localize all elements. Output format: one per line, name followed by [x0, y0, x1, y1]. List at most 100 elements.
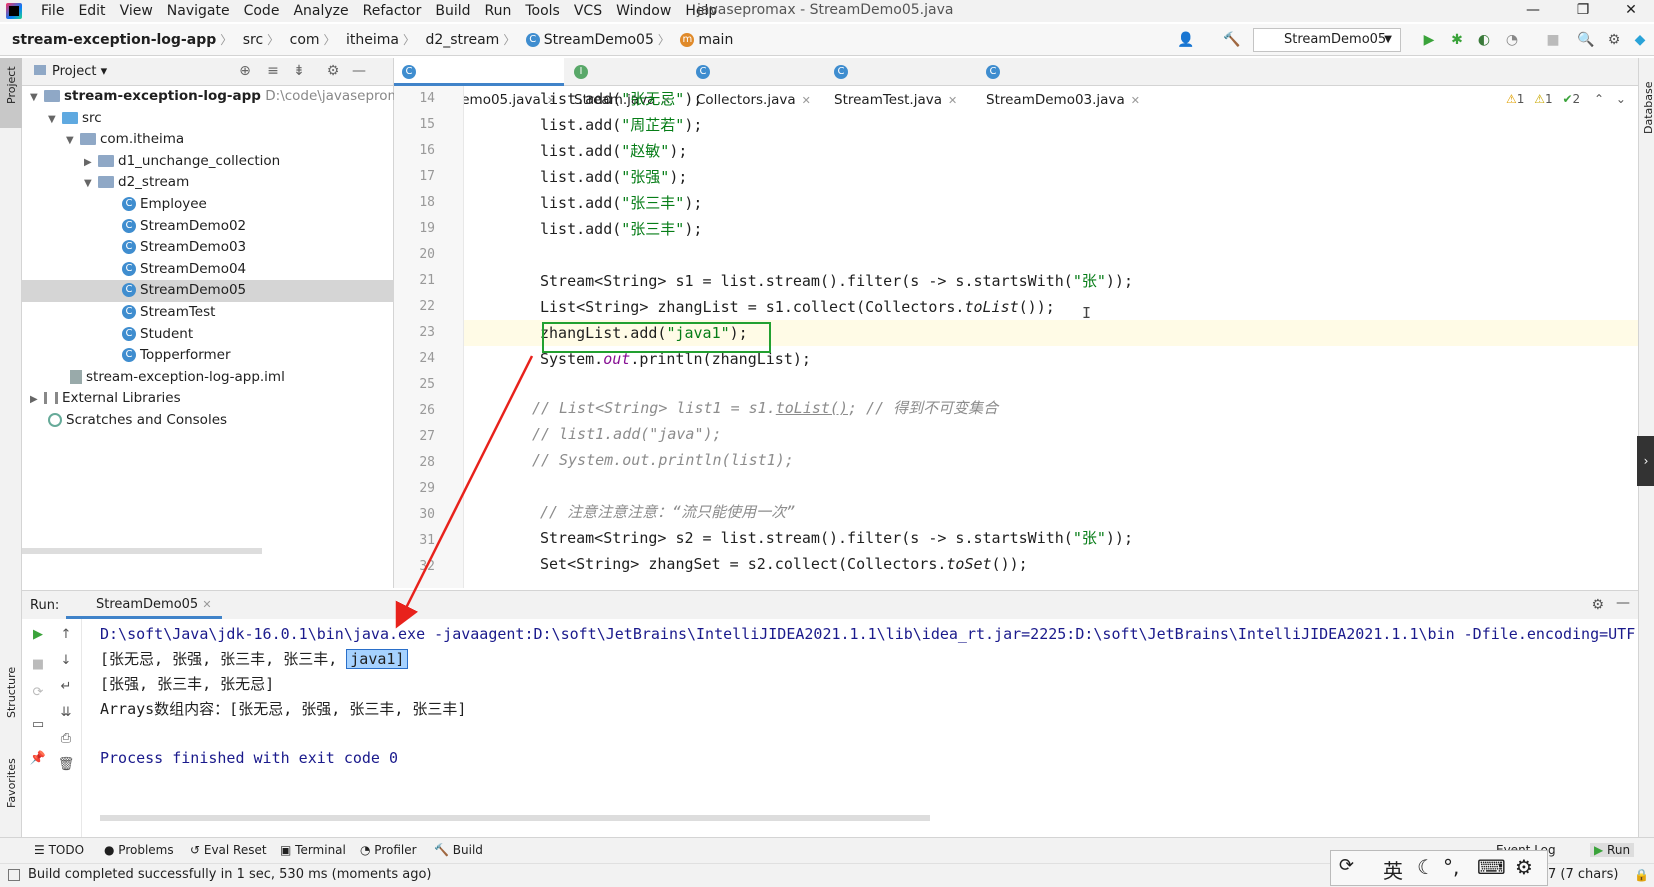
close-tab-icon[interactable]: ✕ [202, 598, 211, 611]
close-icon[interactable]: ✕ [1608, 0, 1654, 22]
menu-tools[interactable]: Tools [518, 2, 567, 20]
breadcrumb-d2-stream[interactable]: d2_stream [425, 32, 499, 48]
breadcrumb-method[interactable]: main [698, 32, 733, 48]
tab-streamdemo03[interactable]: CStreamDemo03.java ✕ [978, 58, 1148, 108]
menu-edit[interactable]: Edit [71, 2, 112, 20]
menu-file[interactable]: File [34, 2, 71, 20]
menu-build[interactable]: Build [428, 2, 477, 20]
tree-class-employee[interactable]: C Employee [22, 194, 394, 216]
run-tool-button[interactable]: ▶ Run [1590, 843, 1635, 857]
gear-icon[interactable]: ⚙ [1604, 30, 1624, 50]
eval-reset-tool-button[interactable]: ↺ Eval Reset [190, 843, 267, 857]
menu-vcs[interactable]: VCS [567, 2, 609, 20]
tree-class-streamdemo03[interactable]: C StreamDemo03 [22, 237, 394, 259]
search-icon[interactable]: 🔍 [1576, 30, 1596, 50]
pin-icon[interactable]: 📌 [28, 749, 48, 769]
debug-icon[interactable]: ✱ [1447, 30, 1467, 50]
plugin-icon[interactable]: ◆ [1630, 30, 1650, 50]
punctuation-icon[interactable]: °, [1443, 855, 1459, 879]
build-hammer-icon[interactable]: 🔨 [1222, 30, 1242, 50]
lock-icon[interactable]: 🔒 [1634, 868, 1649, 882]
expand-all-icon[interactable]: ≡ [264, 63, 282, 81]
hide-icon[interactable]: — [1616, 595, 1630, 611]
tab-streamtest[interactable]: CStreamTest.java ✕ [826, 58, 974, 108]
problems-tool-button[interactable]: ● Problems [104, 843, 174, 857]
console-output[interactable]: D:\soft\Java\jdk-16.0.1\bin\java.exe -ja… [100, 619, 1638, 837]
tree-src[interactable]: ▼ src [22, 108, 394, 130]
inspection-widget[interactable]: ⚠1 ⚠1 ✔2 ⌃ ⌄ [1506, 92, 1626, 106]
breadcrumb-class[interactable]: StreamDemo05 [544, 32, 654, 48]
coverage-icon[interactable]: ◐ [1474, 30, 1494, 50]
moon-icon[interactable]: ☾ [1417, 855, 1435, 879]
todo-tool-button[interactable]: ☰ TODO [34, 843, 84, 857]
tree-class-streamtest[interactable]: C StreamTest [22, 302, 394, 324]
menu-window[interactable]: Window [609, 2, 678, 20]
keyboard-icon[interactable]: ⌨ [1477, 855, 1506, 879]
run-configuration-select[interactable]: StreamDemo05 ▼ [1253, 28, 1401, 52]
horizontal-scrollbar[interactable] [22, 548, 262, 554]
breadcrumb-itheima[interactable]: itheima [346, 32, 399, 48]
gear-icon[interactable]: ⚙ [1515, 855, 1533, 879]
project-title[interactable]: Project ▾ [34, 64, 107, 79]
favorites-tool-label[interactable]: Favorites [5, 758, 18, 808]
profile-icon[interactable]: ◔ [1502, 30, 1522, 50]
structure-tool-label[interactable]: Structure [5, 667, 18, 718]
tree-class-streamdemo05[interactable]: C StreamDemo05 [22, 280, 394, 302]
menu-refactor[interactable]: Refactor [356, 2, 429, 20]
breadcrumb-project[interactable]: stream-exception-log-app [12, 32, 216, 48]
tree-iml[interactable]: stream-exception-log-app.iml [22, 367, 394, 389]
tree-class-streamdemo02[interactable]: C StreamDemo02 [22, 216, 394, 238]
tree-root[interactable]: ▼ stream-exception-log-app D:\code\javase… [22, 86, 417, 108]
menu-navigate[interactable]: Navigate [160, 2, 237, 20]
tab-stream[interactable]: IStream.java ✕ [566, 58, 686, 108]
menu-code[interactable]: Code [237, 2, 287, 20]
trash-icon[interactable]: 🗑 [56, 755, 76, 775]
breadcrumb-com[interactable]: com [290, 32, 320, 48]
minimize-icon[interactable]: — [1510, 0, 1556, 22]
tree-class-topperformer[interactable]: C Topperformer [22, 345, 394, 367]
settings-icon[interactable]: ⚙ [324, 63, 342, 81]
tree-package[interactable]: ▼ com.itheima [22, 129, 394, 151]
tree-class-streamdemo04[interactable]: C StreamDemo04 [22, 259, 394, 281]
stop-icon[interactable]: ■ [28, 655, 48, 675]
run-icon[interactable]: ▶ [1419, 30, 1439, 50]
user-icon[interactable]: 👤 [1176, 30, 1196, 50]
print-icon[interactable]: ⎙ [56, 729, 76, 749]
chevron-down-icon[interactable]: ⌄ [1616, 92, 1626, 106]
tree-folder-d2[interactable]: ▼ d2_stream [22, 172, 394, 194]
database-tool-label[interactable]: Database [1642, 82, 1654, 135]
tab-collectors[interactable]: CCollectors.java ✕ [688, 58, 824, 108]
ime-language-label[interactable]: 英 [1383, 855, 1403, 884]
expand-panel-icon[interactable]: › [1637, 436, 1654, 486]
build-tool-button[interactable]: 🔨 Build [434, 843, 483, 857]
scroll-to-end-icon[interactable]: ⇊ [56, 703, 76, 723]
breadcrumb-src[interactable]: src [243, 32, 263, 48]
collapse-all-icon[interactable]: ⇟ [290, 63, 308, 81]
menu-analyze[interactable]: Analyze [286, 2, 355, 20]
arrow-up-icon[interactable]: ↑ [56, 625, 76, 645]
terminal-tool-button[interactable]: ▣ Terminal [280, 843, 346, 857]
arrow-down-icon[interactable]: ↓ [56, 651, 76, 671]
horizontal-scrollbar[interactable] [100, 815, 930, 821]
tree-external-libraries[interactable]: ▶ External Libraries [22, 388, 394, 410]
ime-logo-icon[interactable]: ⟳ [1339, 855, 1354, 876]
tree-class-student[interactable]: C Student [22, 324, 394, 346]
locate-icon[interactable]: ⊕ [236, 63, 254, 81]
run-tab[interactable]: StreamDemo05 ✕ [66, 591, 222, 619]
chevron-up-icon[interactable]: ⌃ [1594, 92, 1604, 106]
restore-layout-icon[interactable]: ⟳ [28, 683, 48, 703]
rerun-icon[interactable]: ▶ [28, 625, 48, 645]
status-toggle-icon[interactable] [8, 869, 20, 881]
tree-scratches[interactable]: Scratches and Consoles [22, 410, 394, 432]
menu-run[interactable]: Run [478, 2, 519, 20]
restore-icon[interactable]: ❐ [1560, 0, 1606, 22]
stop-icon[interactable]: ■ [1543, 30, 1563, 50]
tab-streamdemo05[interactable]: CStreamDemo05.java ✕ [394, 58, 564, 108]
layout-icon[interactable]: ▭ [28, 715, 48, 735]
project-tool-label[interactable]: Project [5, 66, 18, 104]
gear-icon[interactable]: ⚙ [1591, 597, 1604, 613]
soft-wrap-icon[interactable]: ↵ [56, 677, 76, 697]
tree-folder-d1[interactable]: ▶ d1_unchange_collection [22, 151, 394, 173]
hide-icon[interactable]: — [350, 63, 368, 81]
profiler-tool-button[interactable]: ◔ Profiler [360, 843, 417, 857]
